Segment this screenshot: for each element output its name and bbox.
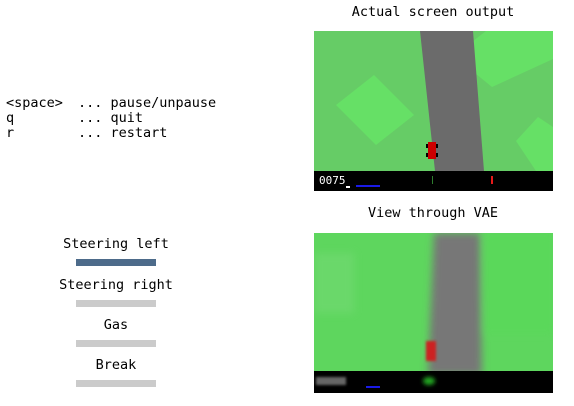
- help-row: r ... restart: [6, 126, 216, 141]
- steering-right-bar: [76, 300, 156, 307]
- help-row: q ... quit: [6, 111, 216, 126]
- car-wheel: [426, 153, 428, 157]
- steering-left-bar-fill: [76, 259, 156, 266]
- car-wheel: [426, 144, 428, 148]
- car-wheel: [436, 153, 438, 157]
- vae-game-view: [314, 233, 553, 393]
- hud-indicators: [346, 176, 493, 188]
- actual-screen-title: Actual screen output: [351, 4, 515, 20]
- vae-abs-indicator: [366, 386, 380, 388]
- help-key-r: r: [6, 125, 15, 141]
- help-row: <space> ... pause/unpause: [6, 96, 216, 111]
- steering-left-indicator: Steering left: [48, 236, 184, 266]
- vae-car: [426, 341, 436, 361]
- keyboard-help: <space> ... pause/unpause q ... quit r ... …: [6, 96, 216, 141]
- brake-label: Break: [95, 357, 137, 373]
- brake-indicator: Break: [48, 357, 184, 387]
- vae-screen: [314, 233, 553, 393]
- speed-indicator: [346, 186, 350, 188]
- vae-grass-patch: [484, 233, 553, 333]
- help-action-quit: ... quit: [78, 110, 144, 126]
- help-key-space: <space>: [6, 95, 63, 111]
- gas-label: Gas: [103, 317, 129, 333]
- help-action-restart: ... restart: [78, 125, 168, 141]
- hud-bar: 0075: [314, 171, 553, 191]
- vae-road: [428, 233, 482, 375]
- steering-indicator: [432, 176, 433, 184]
- vae-view-title: View through VAE: [367, 205, 499, 221]
- help-key-q: q: [6, 110, 15, 126]
- car: [428, 142, 436, 159]
- steering-left-label: Steering left: [63, 236, 169, 252]
- gas-bar: [76, 340, 156, 347]
- gyro-indicator: [491, 176, 493, 184]
- steering-left-bar: [76, 259, 156, 266]
- vae-grass-patch: [314, 253, 354, 313]
- steering-right-label: Steering right: [59, 277, 173, 293]
- vae-score-blur: [316, 377, 346, 385]
- brake-bar: [76, 380, 156, 387]
- vae-steering-indicator: [423, 377, 435, 385]
- steering-right-indicator: Steering right: [48, 277, 184, 307]
- actual-screen: 0075: [314, 31, 553, 191]
- abs-indicator: [356, 185, 380, 187]
- car-wheel: [436, 144, 438, 148]
- gas-indicator: Gas: [48, 317, 184, 347]
- help-action-pause: ... pause/unpause: [78, 95, 217, 111]
- actual-game-view: [314, 31, 553, 191]
